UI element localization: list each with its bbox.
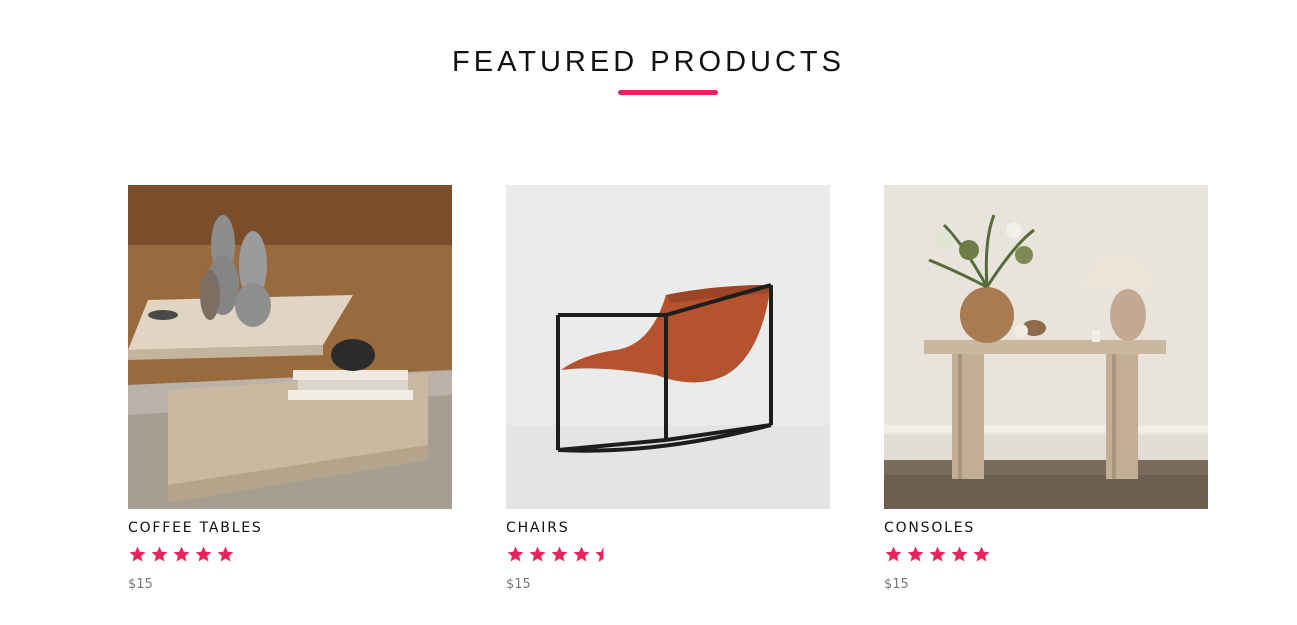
star-icon [217, 546, 234, 562]
product-name[interactable]: COFFEE TABLES [128, 519, 452, 537]
product-price: $15 [128, 577, 153, 592]
product-price: $15 [506, 577, 531, 592]
coffee-table-image [128, 185, 452, 509]
star-rating [506, 545, 830, 565]
star-icon [151, 546, 168, 562]
star-icon [929, 546, 946, 562]
star-rating [884, 545, 1208, 565]
star-icon [951, 546, 968, 562]
console-image [884, 185, 1208, 509]
star-icon [129, 546, 146, 562]
product-card-coffee-tables[interactable]: COFFEE TABLES $15 [128, 185, 452, 592]
chair-image [506, 185, 830, 509]
star-icon [551, 546, 568, 562]
console-table-photo[interactable] [884, 185, 1208, 509]
coffee-table-photo[interactable] [128, 185, 452, 509]
star-icon [195, 546, 212, 562]
title-underline [618, 90, 718, 95]
star-icon [173, 546, 190, 562]
section-title: FEATURED PRODUCTS [452, 46, 845, 78]
star-icon [973, 546, 990, 562]
product-card-chairs[interactable]: CHAIRS $15 [506, 185, 830, 592]
product-name[interactable]: CHAIRS [506, 519, 830, 537]
product-card-consoles[interactable]: CONSOLES $15 [884, 185, 1208, 592]
star-icon [573, 546, 590, 562]
star-icon [507, 546, 524, 562]
star-rating [128, 545, 452, 565]
product-name[interactable]: CONSOLES [884, 519, 1208, 537]
chair-photo[interactable] [506, 185, 830, 509]
product-price: $15 [884, 577, 909, 592]
star-icon [907, 546, 924, 562]
star-icon [529, 546, 546, 562]
half-star-icon [595, 546, 604, 562]
star-icon [885, 546, 902, 562]
